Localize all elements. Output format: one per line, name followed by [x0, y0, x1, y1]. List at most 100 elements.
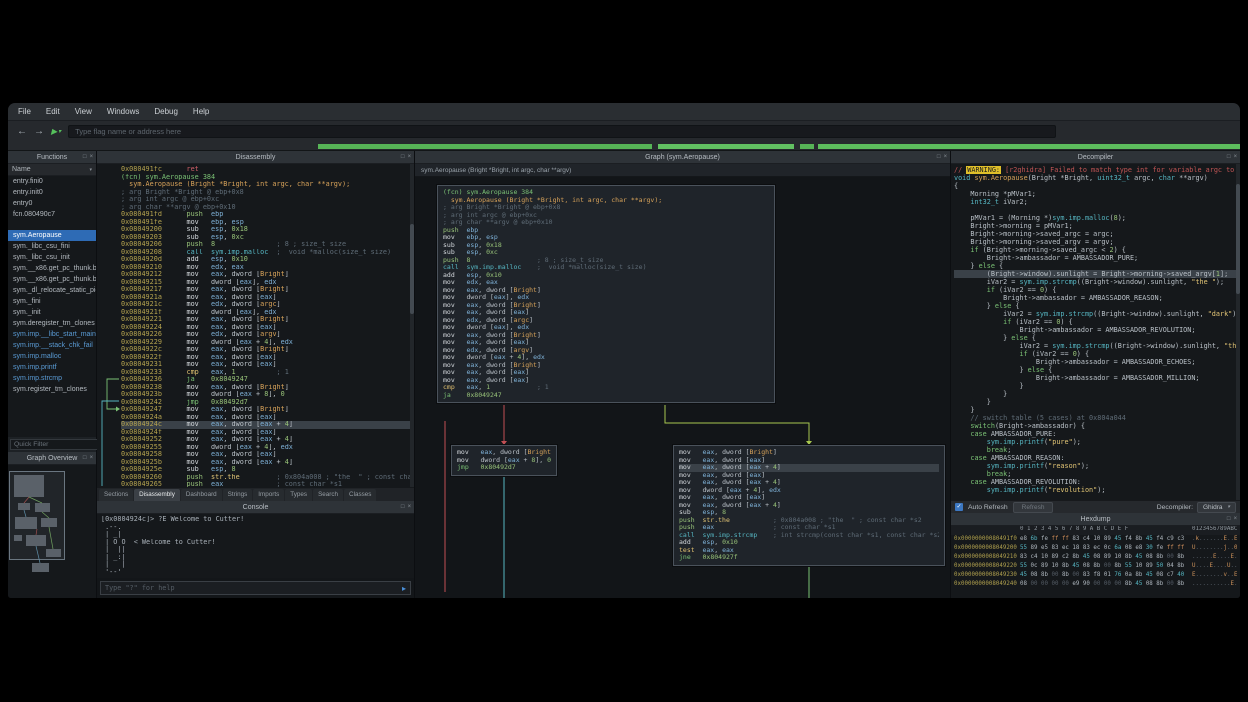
asm-line[interactable]: ; arg int argc @ ebp+0xc [121, 196, 412, 204]
graph-function-tab[interactable]: sym.Aeropause (Bright *Bright, int argc,… [415, 164, 950, 177]
asm-line[interactable]: mov eax, dword [eax + 4] [679, 479, 939, 487]
sort-icon[interactable]: ▾ [89, 167, 92, 173]
asm-line[interactable]: ; arg char **argv @ ebp+0x10 [443, 219, 769, 227]
asm-line[interactable]: 0x080491fd push ebp [121, 211, 412, 219]
decompiler-line[interactable]: iVar2 = sym.imp.strcmp((Bright->window).… [954, 342, 1237, 350]
asm-line[interactable]: 0x08049200 sub esp, 0x18 [121, 226, 412, 234]
asm-line[interactable]: push str.the ; 0x804a008 ; "the " ; cons… [679, 517, 939, 525]
asm-line[interactable]: 0x0804921c mov edx, dword [argc] [121, 301, 412, 309]
disassembly-scrollbar[interactable] [410, 164, 414, 487]
decompiler-line[interactable]: if (Bright->morning->saved_argc < 2) { [954, 246, 1237, 254]
decompiler-line[interactable]: } else { [954, 366, 1237, 374]
float-icon[interactable]: □ [401, 504, 405, 510]
asm-line[interactable]: 0x0804922f mov eax, dword [eax] [121, 354, 412, 362]
asm-line[interactable]: 0x0804925e sub esp, 8 [121, 466, 412, 474]
back-icon[interactable]: ← [17, 127, 27, 137]
graph-node-true[interactable]: mov eax, dword [Bright] mov eax, dword [e… [673, 445, 945, 566]
function-item[interactable]: sym.imp.malloc [8, 351, 96, 362]
decompiler-line[interactable]: int32_t iVar2; [954, 198, 1237, 206]
asm-line[interactable]: jne 0x804927f [679, 554, 939, 562]
function-item[interactable]: sym.__x86.get_pc_thunk.bp [8, 263, 96, 274]
asm-line[interactable]: 0x08049208 call sym.imp.malloc ; void *m… [121, 249, 412, 257]
hex-row[interactable]: 0x000000000804923045 08 8b 00 8b 00 83 f… [954, 571, 1237, 580]
asm-line[interactable]: (fcn) sym.Aeropause 384 [443, 189, 769, 197]
menu-debug[interactable]: Debug [154, 107, 178, 116]
decompiler-line[interactable]: Bright->ambassador = AMBASSADOR_MILLION; [954, 374, 1237, 382]
close-icon[interactable]: × [943, 154, 947, 160]
tab-strings[interactable]: Strings [223, 489, 253, 501]
asm-line[interactable]: 0x08049221 mov eax, dword [Bright] [121, 316, 412, 324]
tab-search[interactable]: Search [313, 489, 343, 501]
hex-row[interactable]: 0x000000000804924008 00 00 00 00 e9 90 0… [954, 580, 1237, 589]
function-item[interactable]: sym._dl_relocate_static_pie [8, 285, 96, 296]
decompiler-line[interactable]: pMVar1 = (Morning *)sym.imp.malloc(8); [954, 214, 1237, 222]
seek-search-input[interactable] [68, 125, 1056, 138]
function-item[interactable]: entry.fini0 [8, 176, 96, 187]
tab-dashboard[interactable]: Dashboard [181, 489, 222, 501]
close-icon[interactable]: × [1233, 154, 1237, 160]
refresh-button[interactable]: Refresh [1013, 502, 1054, 513]
function-item[interactable]: sym.deregister_tm_clones [8, 318, 96, 329]
asm-line[interactable]: mov eax, dword [eax] [679, 494, 939, 502]
asm-line[interactable]: mov eax, dword [Bright] [679, 449, 939, 457]
decompiler-line[interactable]: } else { [954, 334, 1237, 342]
decompiler-line[interactable]: void sym.Aeropause(Bright *Bright, uint3… [954, 174, 1237, 182]
menu-windows[interactable]: Windows [107, 107, 139, 116]
float-icon[interactable]: □ [401, 154, 405, 160]
hex-row[interactable]: 0x000000000804922055 0c 89 10 8b 45 08 8… [954, 562, 1237, 571]
asm-line[interactable]: sub esp, 0x18 [443, 242, 769, 250]
asm-line[interactable]: sym.Aeropause (Bright *Bright, int argc,… [443, 197, 769, 205]
functions-list[interactable]: entry.fini0entry.init0entry0fcn.080490c7… [8, 176, 96, 437]
asm-line[interactable]: 0x08049210 mov edx, eax [121, 264, 412, 272]
asm-line[interactable]: 0x0804924f mov eax, dword [eax] [121, 429, 412, 437]
decompiler-line[interactable]: case AMBASSADOR_PURE: [954, 430, 1237, 438]
float-icon[interactable]: □ [1227, 516, 1231, 522]
decompiler-line[interactable]: Bright->morning = pMVar1; [954, 222, 1237, 230]
decompiler-line[interactable]: sym.imp.printf("reason"); [954, 462, 1237, 470]
decompiler-line[interactable]: sym.imp.printf("revolution"); [954, 486, 1237, 494]
asm-line[interactable]: call sym.imp.strcmp ; int strcmp(const c… [679, 532, 939, 540]
asm-line[interactable]: 0x0804920d add esp, 0x10 [121, 256, 412, 264]
tab-classes[interactable]: Classes [344, 489, 376, 501]
asm-line[interactable]: 0x08049233 cmp eax, 1 ; 1 [121, 369, 412, 377]
asm-line[interactable]: ; arg int argc @ ebp+0xc [443, 212, 769, 220]
asm-line[interactable]: push ebp [443, 227, 769, 235]
hex-row[interactable]: 0x000000000804920055 89 e5 83 ec 18 83 e… [954, 544, 1237, 553]
decompiler-line[interactable]: // switch table (5 cases) at 0x804a044 [954, 414, 1237, 422]
decompiler-line[interactable]: iVar2 = sym.imp.strcmp((Bright->window).… [954, 278, 1237, 286]
menu-file[interactable]: File [18, 107, 31, 116]
decompiler-engine-select[interactable]: Ghidra ▾ [1197, 502, 1236, 513]
seek-bar[interactable] [8, 142, 1240, 151]
function-item[interactable]: sym.__x86.get_pc_thunk.bx [8, 274, 96, 285]
asm-line[interactable]: 0x080491fc ret [121, 166, 412, 174]
forward-icon[interactable]: → [34, 127, 44, 137]
function-item[interactable]: sym._init [8, 307, 96, 318]
function-item[interactable]: fcn.080490c7 [8, 209, 96, 220]
asm-line[interactable]: (fcn) sym.Aeropause 384 [121, 174, 412, 182]
decompiler-line[interactable]: } else { [954, 302, 1237, 310]
float-icon[interactable]: □ [1227, 154, 1231, 160]
function-item[interactable]: entry0 [8, 198, 96, 209]
asm-line[interactable]: 0x0804921a mov eax, dword [eax] [121, 294, 412, 302]
decompiler-line[interactable]: break; [954, 446, 1237, 454]
asm-line[interactable]: 0x0804924a mov eax, dword [eax] [121, 414, 412, 422]
asm-line[interactable]: 0x080491fe mov ebp, esp [121, 219, 412, 227]
tab-imports[interactable]: Imports [253, 489, 284, 501]
decompiler-scrollbar[interactable] [1236, 164, 1240, 500]
float-icon[interactable]: □ [937, 154, 941, 160]
asm-line[interactable]: 0x08049242 jmp 0x80492d7 [121, 399, 412, 407]
tab-sections[interactable]: Sections [99, 489, 133, 501]
function-item[interactable]: sym.register_tm_clones [8, 384, 96, 395]
asm-line[interactable]: mov edx, dword [argc] [443, 317, 769, 325]
close-icon[interactable]: × [89, 154, 93, 160]
asm-line[interactable]: ja 0x8049247 [443, 392, 769, 400]
asm-line[interactable]: 0x08049224 mov eax, dword [eax] [121, 324, 412, 332]
asm-line[interactable]: 0x0804924c mov eax, dword [eax + 4] [121, 421, 412, 429]
decompiler-line[interactable]: Bright->ambassador = AMBASSADOR_REASON; [954, 294, 1237, 302]
hex-row[interactable]: 0x00000000080491f0e8 6b fe ff ff 83 c4 1… [954, 535, 1237, 544]
asm-line[interactable]: ; arg char **argv @ ebp+0x10 [121, 204, 412, 212]
function-item[interactable]: sym.imp.__stack_chk_fail [8, 340, 96, 351]
asm-line[interactable]: sub esp, 0xc [443, 249, 769, 257]
decompiler-line[interactable]: } [954, 382, 1237, 390]
asm-line[interactable]: mov eax, dword [eax] [679, 472, 939, 480]
